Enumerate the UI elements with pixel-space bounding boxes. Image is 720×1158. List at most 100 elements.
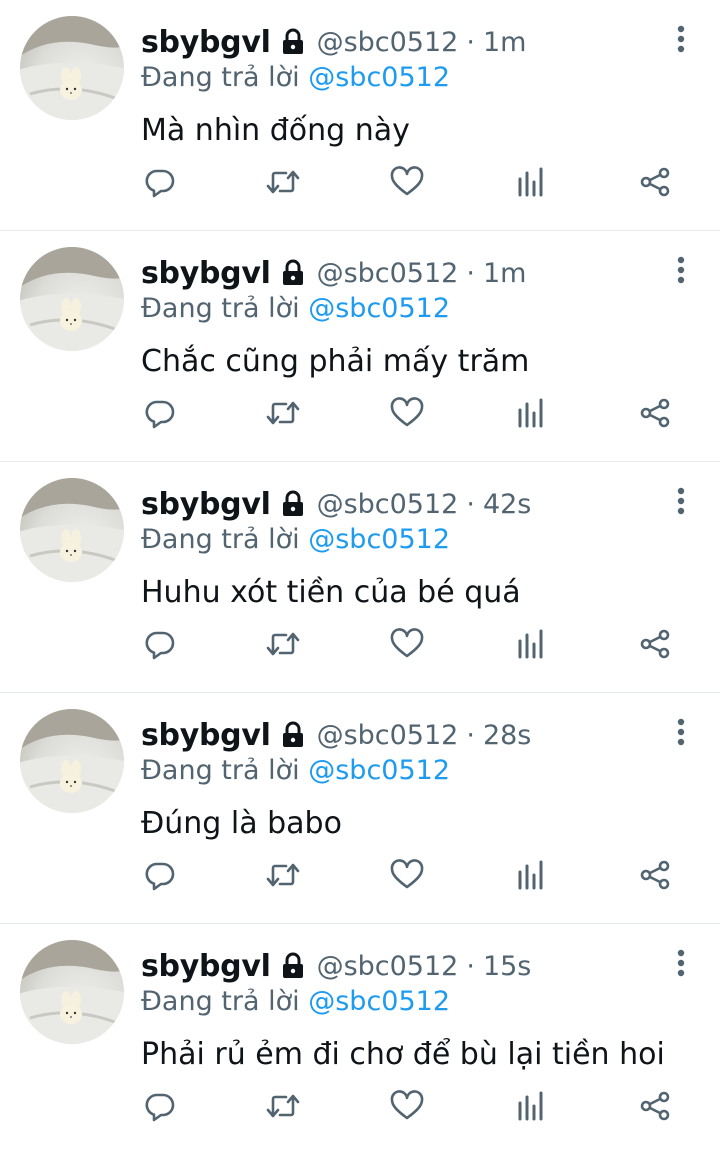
views-button[interactable]: [509, 1084, 553, 1128]
reply-button[interactable]: [138, 853, 182, 897]
retweet-icon: [266, 1094, 300, 1118]
timestamp[interactable]: 15s: [483, 951, 531, 982]
avatar[interactable]: [20, 16, 124, 120]
retweet-button[interactable]: [261, 622, 305, 666]
user-handle[interactable]: @sbc0512: [317, 258, 459, 289]
replying-to-link[interactable]: @sbc0512: [308, 986, 450, 1017]
tweet[interactable]: sbybgvl @sbc0512 · 1m Đang trả lời @sbc0…: [0, 0, 720, 231]
display-name[interactable]: sbybgvl: [141, 256, 271, 291]
heart-icon: [390, 397, 424, 427]
like-button[interactable]: [385, 160, 429, 204]
views-chart-icon: [518, 398, 543, 428]
replying-to-link[interactable]: @sbc0512: [308, 524, 450, 555]
more-vertical-icon: [677, 949, 685, 977]
avatar[interactable]: [20, 940, 124, 1044]
views-chart-icon: [518, 629, 543, 659]
tweet-actions: [140, 622, 680, 666]
share-button[interactable]: [633, 622, 677, 666]
tweet-actions: [140, 391, 680, 435]
lock-icon: [279, 490, 307, 518]
more-vertical-icon: [677, 256, 685, 284]
display-name[interactable]: sbybgvl: [141, 25, 271, 60]
retweet-icon: [266, 632, 300, 656]
retweet-icon: [266, 863, 300, 887]
more-vertical-icon: [677, 25, 685, 53]
lock-icon: [279, 952, 307, 980]
separator-dot: ·: [466, 257, 475, 289]
replying-to-label: Đang trả lời: [141, 524, 300, 555]
like-button[interactable]: [385, 1084, 429, 1128]
more-options-button[interactable]: [672, 486, 690, 522]
lock-icon: [279, 28, 307, 56]
retweet-button[interactable]: [261, 1084, 305, 1128]
heart-icon: [390, 1090, 424, 1120]
heart-icon: [390, 628, 424, 658]
replying-to-link[interactable]: @sbc0512: [308, 293, 450, 324]
reply-button[interactable]: [138, 622, 182, 666]
reply-button[interactable]: [138, 160, 182, 204]
timestamp[interactable]: 28s: [483, 720, 531, 751]
share-button[interactable]: [633, 853, 677, 897]
retweet-icon: [266, 401, 300, 425]
user-handle[interactable]: @sbc0512: [317, 489, 459, 520]
more-options-button[interactable]: [672, 948, 690, 984]
lock-icon: [279, 259, 307, 287]
tweet[interactable]: sbybgvl @sbc0512 · 28s Đang trả lời @sbc…: [0, 693, 720, 924]
views-button[interactable]: [509, 391, 553, 435]
display-name[interactable]: sbybgvl: [141, 949, 271, 984]
share-button[interactable]: [633, 1084, 677, 1128]
avatar[interactable]: [20, 478, 124, 582]
heart-icon: [390, 859, 424, 889]
reply-icon: [145, 862, 175, 891]
display-name[interactable]: sbybgvl: [141, 718, 271, 753]
views-chart-icon: [518, 860, 543, 890]
replying-to-link[interactable]: @sbc0512: [308, 62, 450, 93]
more-options-button[interactable]: [672, 717, 690, 753]
replying-to: Đang trả lời @sbc0512: [141, 524, 450, 555]
replying-to-link[interactable]: @sbc0512: [308, 755, 450, 786]
reply-icon: [145, 631, 175, 660]
tweet-text: Phải rủ ẻm đi chơ để bù lại tiền hoi: [141, 1037, 665, 1072]
replying-to: Đang trả lời @sbc0512: [141, 755, 450, 786]
reply-button[interactable]: [138, 391, 182, 435]
views-button[interactable]: [509, 853, 553, 897]
user-handle[interactable]: @sbc0512: [317, 720, 459, 751]
share-icon: [640, 629, 670, 659]
views-button[interactable]: [509, 160, 553, 204]
share-icon: [640, 860, 670, 890]
replying-to: Đang trả lời @sbc0512: [141, 293, 450, 324]
retweet-button[interactable]: [261, 853, 305, 897]
avatar[interactable]: [20, 709, 124, 813]
reply-button[interactable]: [138, 1084, 182, 1128]
display-name[interactable]: sbybgvl: [141, 487, 271, 522]
views-button[interactable]: [509, 622, 553, 666]
tweet[interactable]: sbybgvl @sbc0512 · 1m Đang trả lời @sbc0…: [0, 231, 720, 462]
timestamp[interactable]: 1m: [483, 258, 526, 289]
timestamp[interactable]: 1m: [483, 27, 526, 58]
like-button[interactable]: [385, 391, 429, 435]
more-options-button[interactable]: [672, 255, 690, 291]
separator-dot: ·: [466, 26, 475, 58]
like-button[interactable]: [385, 853, 429, 897]
user-handle[interactable]: @sbc0512: [317, 951, 459, 982]
share-button[interactable]: [633, 391, 677, 435]
avatar[interactable]: [20, 247, 124, 351]
replying-to-label: Đang trả lời: [141, 62, 300, 93]
replying-to-label: Đang trả lời: [141, 755, 300, 786]
reply-icon: [145, 1093, 175, 1122]
share-icon: [640, 167, 670, 197]
timestamp[interactable]: 42s: [483, 489, 531, 520]
retweet-button[interactable]: [261, 391, 305, 435]
tweet-actions: [140, 1084, 680, 1128]
like-button[interactable]: [385, 622, 429, 666]
tweet[interactable]: sbybgvl @sbc0512 · 15s Đang trả lời @sbc…: [0, 924, 720, 1155]
user-handle[interactable]: @sbc0512: [317, 27, 459, 58]
tweet-actions: [140, 160, 680, 204]
retweet-button[interactable]: [261, 160, 305, 204]
share-button[interactable]: [633, 160, 677, 204]
views-chart-icon: [518, 167, 543, 197]
tweet[interactable]: sbybgvl @sbc0512 · 42s Đang trả lời @sbc…: [0, 462, 720, 693]
replying-to: Đang trả lời @sbc0512: [141, 986, 450, 1017]
separator-dot: ·: [466, 488, 475, 520]
more-options-button[interactable]: [672, 24, 690, 60]
